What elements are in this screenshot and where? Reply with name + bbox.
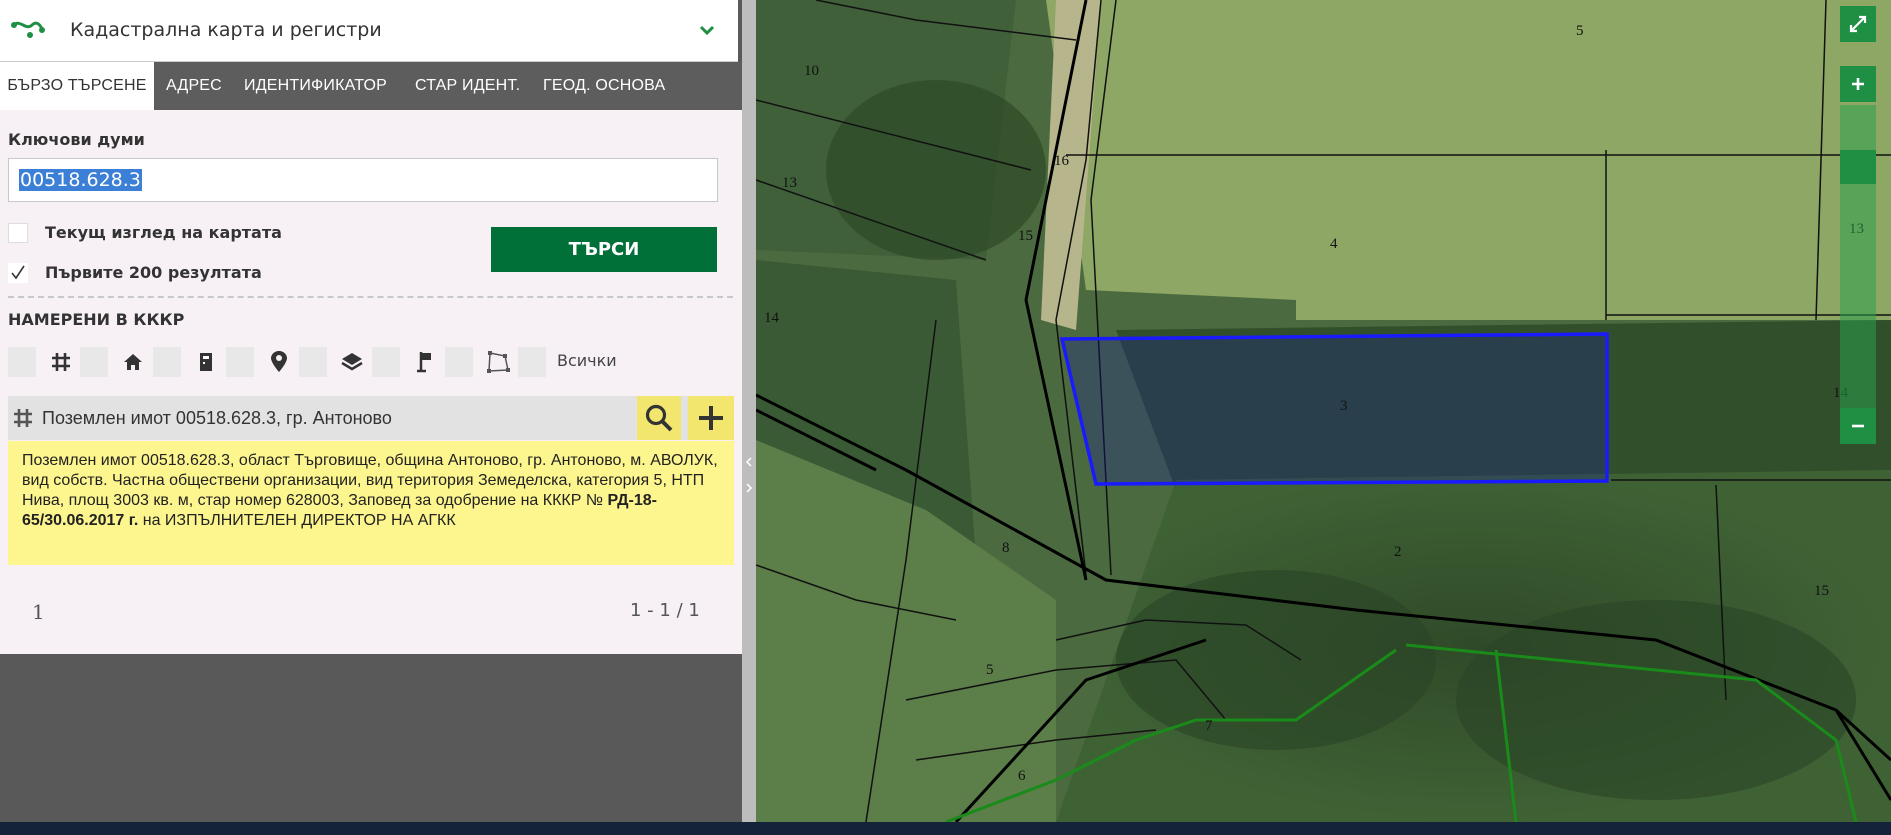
first200-checkbox[interactable] (8, 263, 28, 283)
result-item-header[interactable]: Поземлен имот 00518.628.3, гр. Антоново (8, 396, 734, 440)
parcel-label: 7 (1205, 718, 1213, 734)
tab-geodetic-base[interactable]: ГЕОД. ОСНОВА (543, 62, 665, 110)
panel-splitter[interactable] (742, 0, 756, 835)
plus-icon (699, 406, 723, 430)
zoom-slider-handle[interactable] (1840, 150, 1876, 184)
left-panel: Кадастрална карта и регистри БЪРЗО ТЪРСЕ… (0, 0, 742, 835)
zoom-out-icon[interactable] (1840, 408, 1876, 444)
pager-page-link[interactable]: 1 (32, 600, 45, 624)
location-pin-icon[interactable] (264, 347, 294, 377)
tab-quick-search[interactable]: БЪРЗО ТЪРСЕНЕ (0, 62, 154, 110)
building-icon[interactable] (191, 347, 221, 377)
filter-all-label: Всички (557, 351, 617, 370)
chevron-down-icon[interactable] (697, 20, 717, 40)
keywords-value: 00518.628.3 (19, 169, 142, 191)
parcel-label: 8 (1002, 540, 1010, 556)
zoom-in-icon[interactable] (1840, 66, 1876, 102)
result-item-details: Поземлен имот 00518.628.3, област Търгов… (8, 441, 734, 565)
parcel-label: 13 (782, 175, 797, 191)
survey-flag-icon[interactable] (410, 347, 440, 377)
parcel-label: 15 (1814, 583, 1829, 599)
search-button[interactable]: ТЪРСИ (491, 227, 717, 272)
first200-label: Първите 200 резултата (45, 263, 262, 282)
satellite-map-view: 10 5 13 16 15 4 13 14 3 14 8 2 15 5 7 6 (756, 0, 1891, 822)
app-header[interactable]: Кадастрална карта и регистри (0, 0, 738, 62)
filter-checkbox-locations[interactable] (226, 347, 254, 377)
layers-icon[interactable] (337, 347, 367, 377)
app-title: Кадастрална карта и регистри (70, 19, 382, 41)
house-icon[interactable] (118, 347, 148, 377)
search-tabs: БЪРЗО ТЪРСЕНЕ АДРЕС ИДЕНТИФИКАТОР СТАР И… (0, 62, 742, 110)
parcel-label: 5 (986, 662, 994, 678)
keywords-label: Ключови думи (8, 130, 145, 149)
zoom-to-result-button[interactable] (637, 396, 681, 440)
quick-search-form: Ключови думи 00518.628.3 Текущ изглед на… (0, 110, 742, 654)
checkmark-icon (11, 265, 25, 280)
tab-identifier[interactable]: ИДЕНТИФИКАТОР (244, 62, 387, 110)
section-divider (8, 296, 733, 298)
filter-checkbox-survey[interactable] (372, 347, 400, 377)
tab-address[interactable]: АДРЕС (166, 62, 222, 110)
current-view-label: Текущ изглед на картата (45, 223, 282, 242)
cadastral-map[interactable]: 10 5 13 16 15 4 13 14 3 14 8 2 15 5 7 6 (756, 0, 1891, 822)
os-taskbar (0, 822, 1891, 835)
current-view-checkbox[interactable] (8, 223, 28, 243)
tab-old-identifier[interactable]: СТАР ИДЕНТ. (415, 62, 520, 110)
cadastre-logo-icon (11, 21, 45, 38)
parcel-label: 14 (764, 310, 780, 326)
parcel-label: 4 (1330, 236, 1338, 252)
result-item-title: Поземлен имот 00518.628.3, гр. Антоново (42, 408, 392, 428)
search-icon (645, 404, 673, 432)
filter-checkbox-parcels[interactable] (8, 347, 36, 377)
filter-checkbox-houses[interactable] (80, 347, 108, 377)
parcel-label: 15 (1018, 228, 1033, 244)
pager-range: 1 - 1 / 1 (630, 600, 700, 621)
filter-checkbox-layers[interactable] (299, 347, 327, 377)
keywords-input[interactable]: 00518.628.3 (8, 158, 718, 202)
detail-issuer: на ИЗПЪЛНИТЕЛЕН ДИРЕКТОР НА АГКК (138, 512, 456, 529)
results-heading: НАМЕРЕНИ В КККР (8, 310, 185, 329)
highlighted-parcel[interactable] (1059, 332, 1609, 486)
polygon-icon[interactable] (483, 347, 513, 377)
filter-checkbox-polygons[interactable] (445, 347, 473, 377)
filter-checkbox-all[interactable] (518, 347, 546, 377)
fullscreen-icon[interactable] (1840, 6, 1876, 42)
parcel-label: 10 (804, 63, 819, 79)
parcel-label: 6 (1018, 768, 1026, 784)
parcel-grid-icon (14, 409, 32, 427)
filter-checkbox-buildings[interactable] (153, 347, 181, 377)
parcel-label: 16 (1054, 153, 1070, 169)
parcel-label: 3 (1340, 398, 1348, 414)
add-result-button[interactable] (688, 396, 734, 440)
parcel-label: 2 (1394, 544, 1402, 560)
parcel-grid-icon[interactable] (46, 347, 76, 377)
parcel-label: 5 (1576, 23, 1584, 39)
collapse-handle-icon (745, 457, 753, 493)
